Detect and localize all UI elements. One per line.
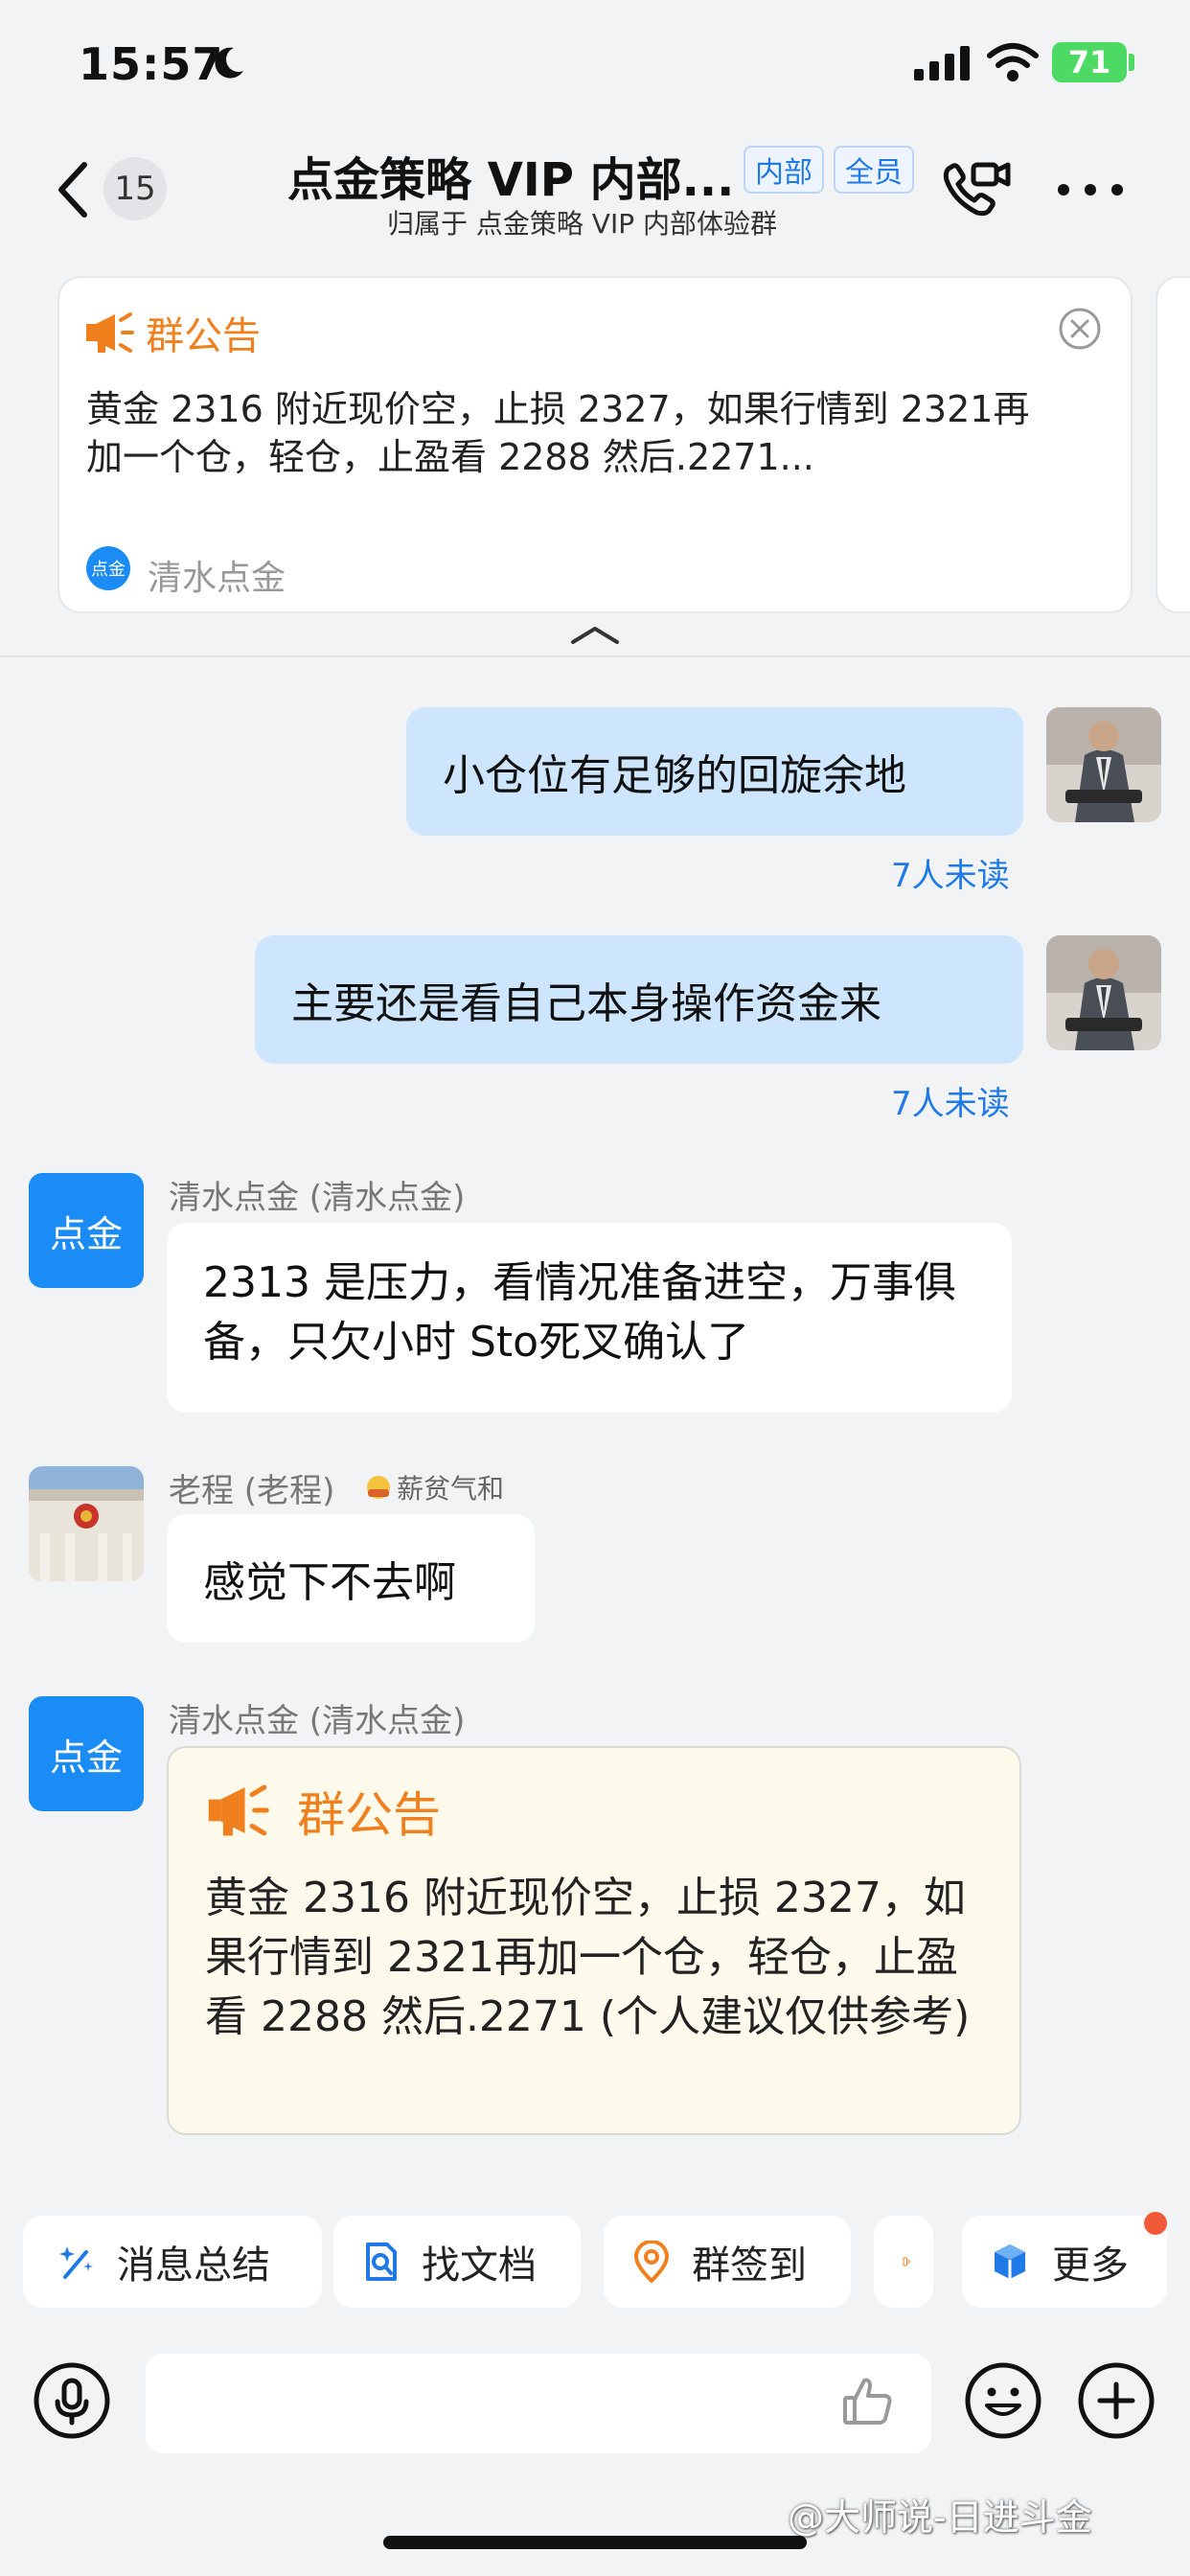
megaphone-icon [208, 1784, 269, 1836]
message-bubble-received[interactable]: 感觉下不去啊 [167, 1514, 535, 1643]
sender-avatar[interactable]: 点金 [29, 1696, 144, 1811]
message-bubble-received[interactable]: 2313 是压力，看情况准备进空，万事俱备，只欠小时 Sto死叉确认了 [167, 1223, 1012, 1413]
member-badge-label: 薪贫气和 [397, 1473, 505, 1505]
sender-avatar[interactable]: 点金 [29, 1173, 144, 1288]
partial-action-button[interactable] [874, 2216, 933, 2308]
wifi-icon [987, 43, 1039, 81]
notice-title: 群公告 [146, 314, 261, 358]
sender-avatar[interactable] [29, 1466, 144, 1581]
my-avatar-image [1046, 707, 1161, 822]
message-input[interactable] [146, 2354, 931, 2453]
author-avatar: 点金 [86, 546, 130, 590]
back-chevron-icon[interactable] [54, 161, 92, 218]
battery-indicator: 71 [1052, 42, 1127, 82]
megaphone-icon [86, 312, 134, 353]
find-doc-button[interactable]: 找文档 [333, 2216, 581, 2308]
summary-button[interactable]: 消息总结 [23, 2216, 322, 2308]
next-notice-card[interactable] [1156, 276, 1190, 613]
cube-icon [995, 2244, 1025, 2279]
read-status[interactable]: 7人未读 [891, 1077, 1010, 1124]
more-button[interactable]: 更多 [962, 2216, 1167, 2308]
read-status[interactable]: 7人未读 [891, 849, 1010, 896]
my-avatar[interactable] [1046, 935, 1161, 1050]
thumbs-up-icon[interactable] [839, 2373, 897, 2430]
emoji-badge-icon [367, 1476, 390, 1499]
battery-level: 71 [1067, 44, 1111, 80]
sparkle-pen-icon [59, 2246, 93, 2279]
tag-internal: 内部 [744, 146, 824, 194]
collapse-chevron-icon[interactable] [569, 623, 621, 646]
close-icon[interactable] [1058, 307, 1102, 351]
notice-message-text: 黄金 2316 附近现价空，止损 2327，如果行情到 2321再加一个仓，轻仓… [205, 1874, 971, 2041]
notice-text: 黄金 2316 附近现价空，止损 2327，如果行情到 2321再加一个仓，轻仓… [86, 388, 1030, 478]
my-avatar-image [1046, 935, 1161, 1050]
partial-icon [903, 2257, 911, 2266]
video-call-icon[interactable] [941, 159, 1012, 220]
sender-avatar-image [29, 1466, 144, 1581]
more-options-icon[interactable] [1054, 171, 1127, 209]
voice-input-icon[interactable] [33, 2361, 111, 2440]
doc-search-icon [366, 2242, 397, 2281]
tag-all-members: 全员 [834, 146, 914, 194]
unread-count-badge[interactable]: 15 [103, 157, 167, 220]
summary-label: 消息总结 [117, 2243, 270, 2288]
chat-subtitle: 归属于 点金策略 VIP 内部体验群 [387, 208, 777, 240]
sender-name: 清水点金 (清水点金) [169, 1179, 466, 1217]
plus-icon[interactable] [1077, 2361, 1156, 2440]
check-in-button[interactable]: 群签到 [604, 2216, 851, 2308]
status-time: 15:57 [79, 38, 224, 90]
watermark: @大师说-日进斗金 [788, 2496, 1092, 2539]
more-label: 更多 [1052, 2243, 1129, 2288]
check-in-label: 群签到 [692, 2243, 807, 2288]
signal-icon [914, 46, 970, 80]
location-pin-icon [633, 2241, 670, 2283]
member-badge: 薪贫气和 [364, 1468, 504, 1506]
home-indicator[interactable] [383, 2536, 807, 2549]
message-bubble-sent[interactable]: 主要还是看自己本身操作资金来 [255, 935, 1023, 1064]
emoji-icon[interactable] [964, 2361, 1042, 2440]
notice-author: 清水点金 [148, 559, 286, 598]
notification-dot [1144, 2212, 1167, 2235]
moon-icon [215, 47, 243, 79]
find-doc-label: 找文档 [422, 2243, 537, 2288]
sender-name: 清水点金 (清水点金) [169, 1702, 466, 1740]
divider [0, 656, 1190, 657]
my-avatar[interactable] [1046, 707, 1161, 822]
chat-title[interactable]: 点金策略 VIP 内部... [287, 142, 734, 209]
sender-name: 老程 (老程) [169, 1472, 335, 1510]
message-bubble-sent[interactable]: 小仓位有足够的回旋余地 [406, 707, 1023, 836]
battery-tip [1129, 54, 1134, 71]
notice-message-title: 群公告 [297, 1787, 441, 1843]
